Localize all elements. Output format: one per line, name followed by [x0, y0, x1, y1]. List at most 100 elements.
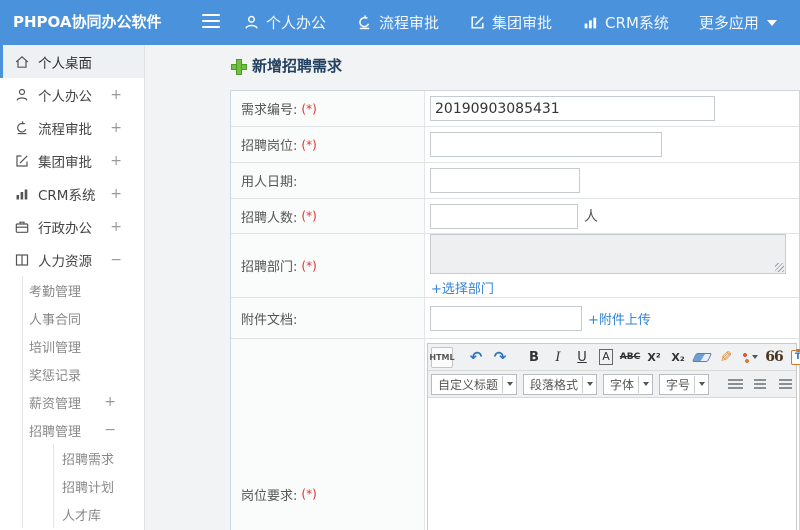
field-label: 招聘人数: (*)	[231, 199, 425, 233]
attachment-input[interactable]	[430, 305, 582, 331]
sidebar-submenu-hr: 考勤管理 人事合同 培训管理 奖惩记录 薪资管理 + 招聘管理 − 招聘需求 招…	[22, 276, 144, 528]
label-text: 附件文档:	[241, 312, 298, 328]
topnav-process-approval[interactable]: 流程审批	[356, 12, 439, 33]
attachment-upload-link[interactable]: +附件上传	[588, 309, 651, 328]
sidebar-item-group-approval[interactable]: 集团审批 +	[0, 144, 144, 177]
topnav-label: 集团审批	[492, 14, 553, 32]
label-text: 需求编号:	[241, 103, 298, 118]
topnav-label: 流程审批	[379, 14, 440, 32]
editor-toolbar-row2: 自定义标题 段落格式 字体 字号	[428, 371, 796, 398]
bold-button[interactable]: B	[523, 347, 545, 368]
bar-chart-icon	[14, 186, 30, 202]
topnav-group-approval[interactable]: 集团审批	[469, 12, 552, 33]
main-content: 新增招聘需求 需求编号: (*) 招聘岗位: (*)	[145, 45, 800, 530]
font-family-select[interactable]: 字体	[603, 373, 654, 395]
label-text: 招聘岗位:	[241, 139, 298, 154]
bar-chart-icon	[582, 14, 599, 31]
code-input[interactable]	[430, 96, 715, 121]
align-left-icon[interactable]	[725, 374, 747, 395]
sidebar-item-process-approval[interactable]: 流程审批 +	[0, 111, 144, 144]
field-value	[425, 127, 799, 162]
redo-icon[interactable]: ↷	[489, 347, 511, 368]
superscript-button[interactable]: X²	[643, 347, 665, 368]
italic-button[interactable]: I	[547, 347, 569, 368]
field-label: 招聘岗位: (*)	[231, 127, 425, 162]
expand-icon[interactable]: +	[104, 394, 116, 410]
sidebar-submenu-recruitment: 招聘需求 招聘计划 人才库	[53, 444, 144, 528]
paragraph-format-select[interactable]: 段落格式	[523, 373, 598, 395]
sidebar-item-crm[interactable]: CRM系统 +	[0, 177, 144, 210]
expand-icon[interactable]: +	[110, 219, 122, 235]
sidebar-item-personal-desktop[interactable]: 个人桌面	[0, 45, 144, 78]
expand-icon[interactable]: +	[110, 87, 122, 103]
color-palette-icon[interactable]	[739, 347, 761, 368]
sidebar-item-rewards[interactable]: 奖惩记录	[23, 360, 144, 388]
field-label: 附件文档:	[231, 298, 425, 338]
sidebar-item-label: 集团审批	[38, 154, 92, 171]
collapse-icon[interactable]: −	[104, 422, 116, 438]
font-box-button[interactable]: A	[595, 347, 617, 368]
sidebar-item-hr[interactable]: 人力资源 −	[0, 243, 144, 276]
menu-icon[interactable]	[202, 14, 220, 30]
app-logo: PHPOA协同办公软件	[13, 13, 162, 31]
topnav-more-apps[interactable]: 更多应用	[699, 12, 777, 33]
select-arrow	[694, 375, 705, 393]
html-source-button[interactable]: HTML	[429, 346, 455, 368]
eraser-icon[interactable]	[691, 347, 713, 368]
expand-icon[interactable]: +	[110, 120, 122, 136]
sidebar-item-label: 个人办公	[38, 88, 92, 105]
sidebar-item-label: 培训管理	[29, 340, 82, 356]
font-select-value: 字体	[610, 377, 635, 392]
required-mark: (*)	[301, 209, 317, 223]
align-center-icon[interactable]	[749, 374, 771, 395]
sidebar-item-recruit-plan[interactable]: 招聘计划	[54, 472, 144, 500]
page-title-text: 新增招聘需求	[252, 57, 343, 75]
caret-down-icon	[586, 382, 593, 386]
heading-select[interactable]: 自定义标题	[431, 373, 518, 395]
process-icon	[356, 14, 373, 31]
field-value: +选择部门	[425, 234, 799, 297]
plus-icon	[231, 58, 247, 75]
collapse-icon[interactable]: −	[110, 252, 122, 268]
sidebar-item-admin-office[interactable]: 行政办公 +	[0, 210, 144, 243]
topnav-crm[interactable]: CRM系统	[582, 12, 669, 33]
blockquote-button[interactable]: 66	[763, 347, 785, 368]
sidebar-item-label: 考勤管理	[29, 284, 82, 300]
sidebar-item-label: 招聘需求	[62, 452, 115, 468]
sidebar-item-attendance[interactable]: 考勤管理	[23, 276, 144, 304]
subscript-button[interactable]: X₂	[667, 347, 689, 368]
select-department-link[interactable]: +选择部门	[431, 278, 494, 297]
expand-icon[interactable]: +	[110, 153, 122, 169]
date-input[interactable]	[430, 168, 580, 193]
sidebar-item-label: 招聘管理	[29, 424, 82, 440]
strikethrough-button[interactable]: ABC	[619, 347, 641, 368]
underline-button[interactable]: U	[571, 347, 593, 368]
expand-icon[interactable]: +	[110, 186, 122, 202]
align-right-icon[interactable]	[773, 374, 795, 395]
topnav-label: 个人办公	[266, 14, 327, 32]
format-brush-icon[interactable]: ✎	[715, 347, 737, 368]
sidebar-item-hr-contract[interactable]: 人事合同	[23, 304, 144, 332]
editor-content-area[interactable]	[428, 398, 796, 530]
sidebar-item-training[interactable]: 培训管理	[23, 332, 144, 360]
sidebar-item-label: 行政办公	[38, 220, 92, 237]
sidebar-item-salary[interactable]: 薪资管理 +	[23, 388, 144, 416]
sidebar-item-recruit-request[interactable]: 招聘需求	[54, 444, 144, 472]
sidebar-item-recruitment[interactable]: 招聘管理 −	[23, 416, 144, 444]
caret-down-icon	[642, 382, 649, 386]
caret-down-icon	[752, 355, 758, 359]
field-label: 岗位要求: (*)	[231, 339, 425, 530]
home-icon	[14, 54, 30, 70]
count-input[interactable]	[430, 203, 578, 229]
topnav-personal-office[interactable]: 个人办公	[243, 12, 326, 33]
position-input[interactable]	[430, 132, 662, 157]
size-select-value: 字号	[666, 377, 691, 392]
sidebar-item-talent-pool[interactable]: 人才库	[54, 500, 144, 528]
edit-square-icon	[469, 14, 486, 31]
paste-clipboard-icon[interactable]: T	[787, 347, 800, 368]
sidebar-item-personal-office[interactable]: 个人办公 +	[0, 78, 144, 111]
field-value: HTML ↶ ↷ B I U A ABC X² X₂ ✎ 66 T 自定义标题 …	[425, 339, 800, 530]
department-textarea[interactable]	[430, 234, 786, 274]
undo-icon[interactable]: ↶	[465, 347, 487, 368]
font-size-select[interactable]: 字号	[659, 373, 710, 395]
